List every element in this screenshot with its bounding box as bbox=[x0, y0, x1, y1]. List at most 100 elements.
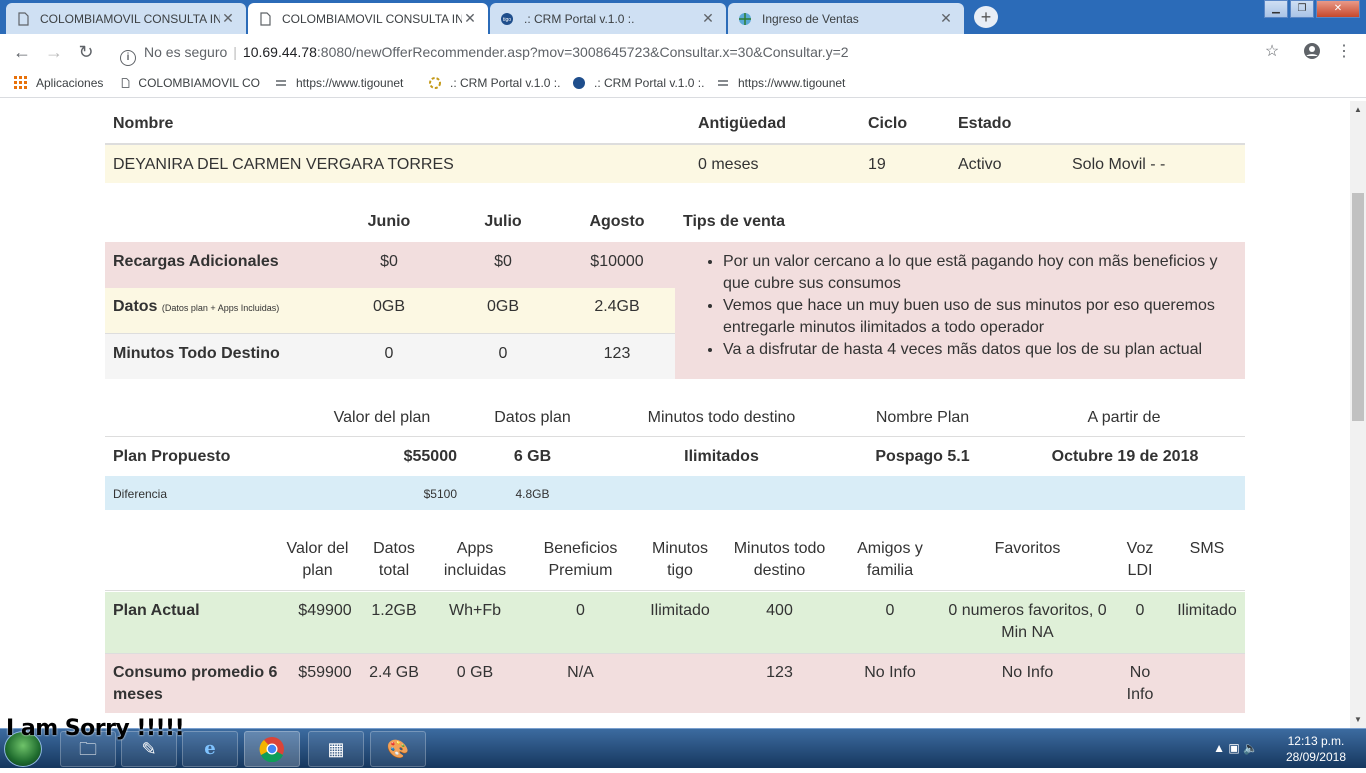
sales-tip: Va a disfrutar de hasta 4 veces mãs dato… bbox=[723, 339, 1245, 361]
comparison-value: Ilimitado bbox=[650, 602, 710, 619]
comparison-row-avg-consumption: Consumo promedio 6 meses $59900 2.4 GB 0… bbox=[105, 653, 1245, 713]
usage-row-label: Recargas Adicionales bbox=[113, 253, 279, 270]
menu-icon[interactable]: ⋮ bbox=[1334, 42, 1354, 62]
comparison-value: 0 bbox=[1135, 602, 1145, 619]
close-tab-icon[interactable]: ✕ bbox=[462, 10, 478, 27]
page-viewport: Nombre Antigüedad Ciclo Estado DEYANIRA … bbox=[0, 101, 1350, 728]
star-icon[interactable]: ☆ bbox=[1262, 42, 1282, 62]
chrome-icon[interactable] bbox=[244, 731, 300, 767]
calculator-icon[interactable]: ▦ bbox=[308, 731, 364, 767]
back-icon[interactable]: ← bbox=[10, 40, 34, 64]
month-header: Junio bbox=[367, 213, 411, 230]
proposal-label: Plan Propuesto bbox=[113, 448, 231, 465]
customer-antiquity: 0 meses bbox=[698, 156, 759, 173]
proposal-value: Ilimitados bbox=[684, 448, 759, 465]
tigo-icon bbox=[573, 77, 585, 89]
proposal-value: Octubre 19 de 2018 bbox=[1051, 448, 1199, 465]
usage-row-recargas: Recargas Adicionales $0 $0 $10000 bbox=[105, 242, 675, 288]
minimize-button[interactable]: ▁ bbox=[1264, 0, 1288, 18]
bookmark-label: https://www.tigounet bbox=[738, 76, 846, 90]
vertical-scrollbar[interactable]: ▲ ▼ bbox=[1350, 101, 1366, 728]
address-bar[interactable]: i No es seguro | 10.69.44.78:8080/newOfferR… bbox=[108, 38, 1288, 66]
tab-title: COLOMBIAMOVIL CONSULTA IN bbox=[282, 11, 462, 26]
forward-icon[interactable]: → bbox=[42, 40, 66, 64]
paint-icon[interactable]: 🎨 bbox=[370, 731, 426, 767]
account-icon[interactable] bbox=[1302, 42, 1322, 62]
internet-explorer-icon[interactable]: e bbox=[182, 731, 238, 767]
bookmark-crm-2[interactable]: .: CRM Portal v.1.0 :. bbox=[572, 76, 704, 90]
customer-cycle: 19 bbox=[868, 156, 886, 173]
link-icon bbox=[276, 80, 286, 86]
system-tray: 12:13 p.m. 28/09/2018 bbox=[1286, 733, 1346, 765]
comparison-header-row: Valor del plan Datos total Apps incluida… bbox=[105, 531, 1245, 591]
bookmark-apps[interactable]: Aplicaciones bbox=[14, 76, 103, 90]
clock-date[interactable]: 28/09/2018 bbox=[1286, 749, 1346, 765]
new-tab-button[interactable]: + bbox=[974, 6, 998, 28]
scroll-down-icon[interactable]: ▼ bbox=[1350, 715, 1366, 724]
comparison-value: Wh+Fb bbox=[448, 602, 501, 619]
bookmark-crm-1[interactable]: .: CRM Portal v.1.0 :. bbox=[428, 76, 560, 90]
close-tab-icon[interactable]: ✕ bbox=[938, 10, 954, 27]
usage-value: $0 bbox=[494, 253, 512, 270]
window-controls: ▁ ❐ ✕ bbox=[1262, 0, 1360, 18]
difference-row: Diferencia $5100 4.8GB bbox=[105, 476, 1245, 510]
usage-row-datos: Datos (Datos plan + Apps Incluidas) 0GB … bbox=[105, 288, 675, 333]
close-tab-icon[interactable]: ✕ bbox=[700, 10, 716, 27]
proposal-value: Pospago 5.1 bbox=[875, 448, 970, 465]
usage-value: 0GB bbox=[372, 298, 405, 315]
tab-ingreso-ventas[interactable]: Ingreso de Ventas ✕ bbox=[728, 3, 964, 34]
comparison-value: 400 bbox=[766, 602, 793, 619]
col-header-name: Nombre bbox=[113, 115, 174, 132]
comparison-col-header: Datos total bbox=[373, 540, 415, 579]
svg-text:tigo: tigo bbox=[503, 17, 511, 23]
usage-row-note: (Datos plan + Apps Incluidas) bbox=[161, 303, 280, 313]
comparison-row-current-plan: Plan Actual $49900 1.2GB Wh+Fb 0 Ilimita… bbox=[105, 592, 1245, 653]
scroll-up-icon[interactable]: ▲ bbox=[1350, 105, 1366, 114]
difference-value: $5100 bbox=[423, 487, 457, 501]
bookmark-tigounet-2[interactable]: https://www.tigounet bbox=[716, 76, 854, 90]
separator: | bbox=[233, 44, 237, 60]
comparison-value: 0 GB bbox=[456, 664, 494, 681]
comparison-value: No Info bbox=[1126, 664, 1154, 703]
tab-title: Ingreso de Ventas bbox=[762, 11, 859, 26]
customer-status: Activo bbox=[958, 156, 1002, 173]
proposal-col-header: Datos plan bbox=[494, 409, 571, 426]
clock-time[interactable]: 12:13 p.m. bbox=[1286, 733, 1346, 749]
loading-icon bbox=[429, 77, 441, 89]
page-icon bbox=[121, 78, 130, 88]
tab-colombiamovil-1[interactable]: COLOMBIAMOVIL CONSULTA IN ✕ bbox=[6, 3, 246, 34]
page-icon bbox=[18, 11, 29, 26]
comparison-value: 123 bbox=[766, 664, 793, 681]
reload-icon[interactable]: ↻ bbox=[74, 40, 98, 64]
tray-icons[interactable]: ▲ ▣ 🔈 bbox=[1213, 741, 1258, 755]
scrollbar-thumb[interactable] bbox=[1352, 193, 1364, 421]
bookmarks-bar: Aplicaciones COLOMBIAMOVIL CO https://ww… bbox=[0, 70, 1366, 98]
usage-value: 0 bbox=[498, 345, 508, 362]
comparison-col-header: Voz LDI bbox=[1126, 540, 1154, 579]
bookmark-label: https://www.tigounet bbox=[296, 76, 404, 90]
proposal-col-header: A partir de bbox=[1087, 409, 1161, 426]
bookmark-colombiamovil[interactable]: COLOMBIAMOVIL CO bbox=[120, 76, 260, 90]
proposal-value: 6 GB bbox=[513, 448, 552, 465]
usage-row-label: Minutos Todo Destino bbox=[113, 345, 280, 362]
info-icon[interactable]: i bbox=[120, 50, 136, 66]
url-path: :8080/newOfferRecommender.asp?mov=300864… bbox=[316, 44, 849, 60]
sales-tip: Vemos que hace un muy buen uso de sus mi… bbox=[723, 295, 1245, 339]
maximize-button[interactable]: ❐ bbox=[1290, 0, 1314, 18]
comparison-col-header: Amigos y familia bbox=[857, 540, 923, 579]
proposal-row: Plan Propuesto $55000 6 GB Ilimitados Po… bbox=[105, 438, 1245, 476]
usage-value: $0 bbox=[380, 253, 398, 270]
usage-value: 2.4GB bbox=[594, 298, 640, 315]
customer-header-row: Nombre Antigüedad Ciclo Estado bbox=[105, 101, 1245, 145]
tab-colombiamovil-2[interactable]: COLOMBIAMOVIL CONSULTA IN ✕ bbox=[248, 3, 488, 34]
close-tab-icon[interactable]: ✕ bbox=[220, 10, 236, 27]
close-window-button[interactable]: ✕ bbox=[1316, 0, 1360, 18]
tab-title: .: CRM Portal v.1.0 :. bbox=[524, 11, 635, 26]
comparison-col-header: Valor del plan bbox=[286, 540, 349, 579]
link-icon bbox=[718, 80, 728, 86]
customer-row: DEYANIRA DEL CARMEN VERGARA TORRES 0 mes… bbox=[105, 145, 1245, 183]
tab-crm-portal[interactable]: tigo .: CRM Portal v.1.0 :. ✕ bbox=[490, 3, 726, 34]
usage-row-minutos: Minutos Todo Destino 0 0 123 bbox=[105, 333, 675, 379]
browser-toolbar: ← → ↻ i No es seguro | 10.69.44.78:8080/new… bbox=[0, 34, 1366, 70]
bookmark-tigounet-1[interactable]: https://www.tigounet bbox=[274, 76, 412, 90]
